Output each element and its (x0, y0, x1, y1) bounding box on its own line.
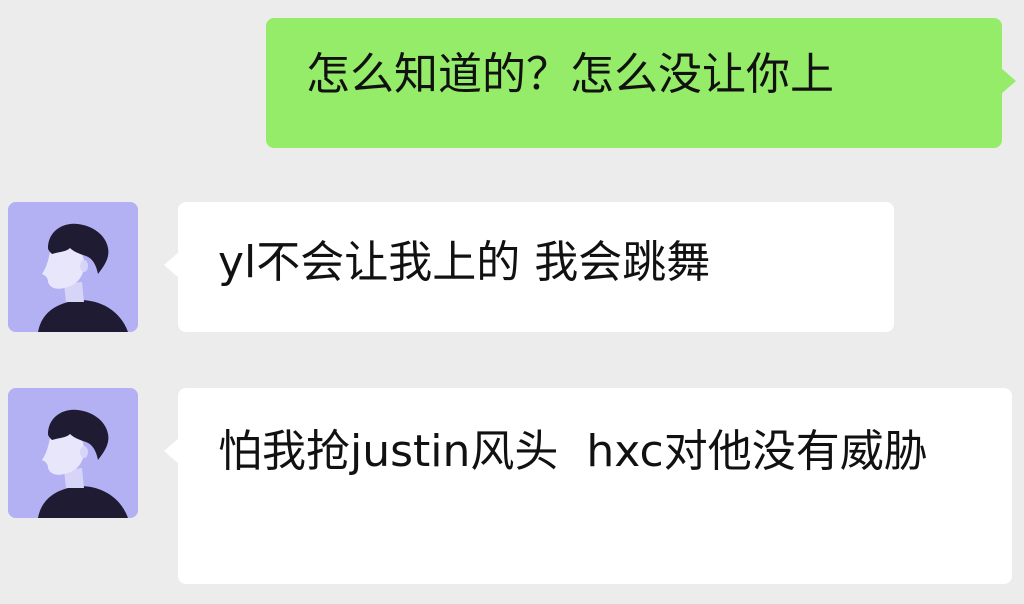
message-text: 怕我抢justin风头 hxc对他没有威胁 (218, 426, 928, 477)
sent-message-bubble[interactable]: 怎么知道的？怎么没让你上 (266, 18, 1016, 148)
chat-message-list: 怎么知道的？怎么没让你上 yl不会让我上的 我会跳舞 怕我抢justin风头 h… (0, 0, 1024, 604)
person-profile-avatar-icon (8, 202, 138, 332)
message-text: yl不会让我上的 我会跳舞 (218, 237, 711, 288)
received-message-bubble[interactable]: 怕我抢justin风头 hxc对他没有威胁 (164, 388, 1012, 584)
bubble-tail (1001, 68, 1016, 94)
contact-avatar[interactable] (8, 202, 138, 332)
contact-avatar[interactable] (8, 388, 138, 518)
message-text: 怎么知道的？怎么没让你上 (306, 49, 834, 100)
bubble-tail (164, 438, 179, 464)
bubble-tail (164, 252, 179, 278)
received-message-bubble[interactable]: yl不会让我上的 我会跳舞 (164, 202, 894, 332)
person-profile-avatar-icon (8, 388, 138, 518)
